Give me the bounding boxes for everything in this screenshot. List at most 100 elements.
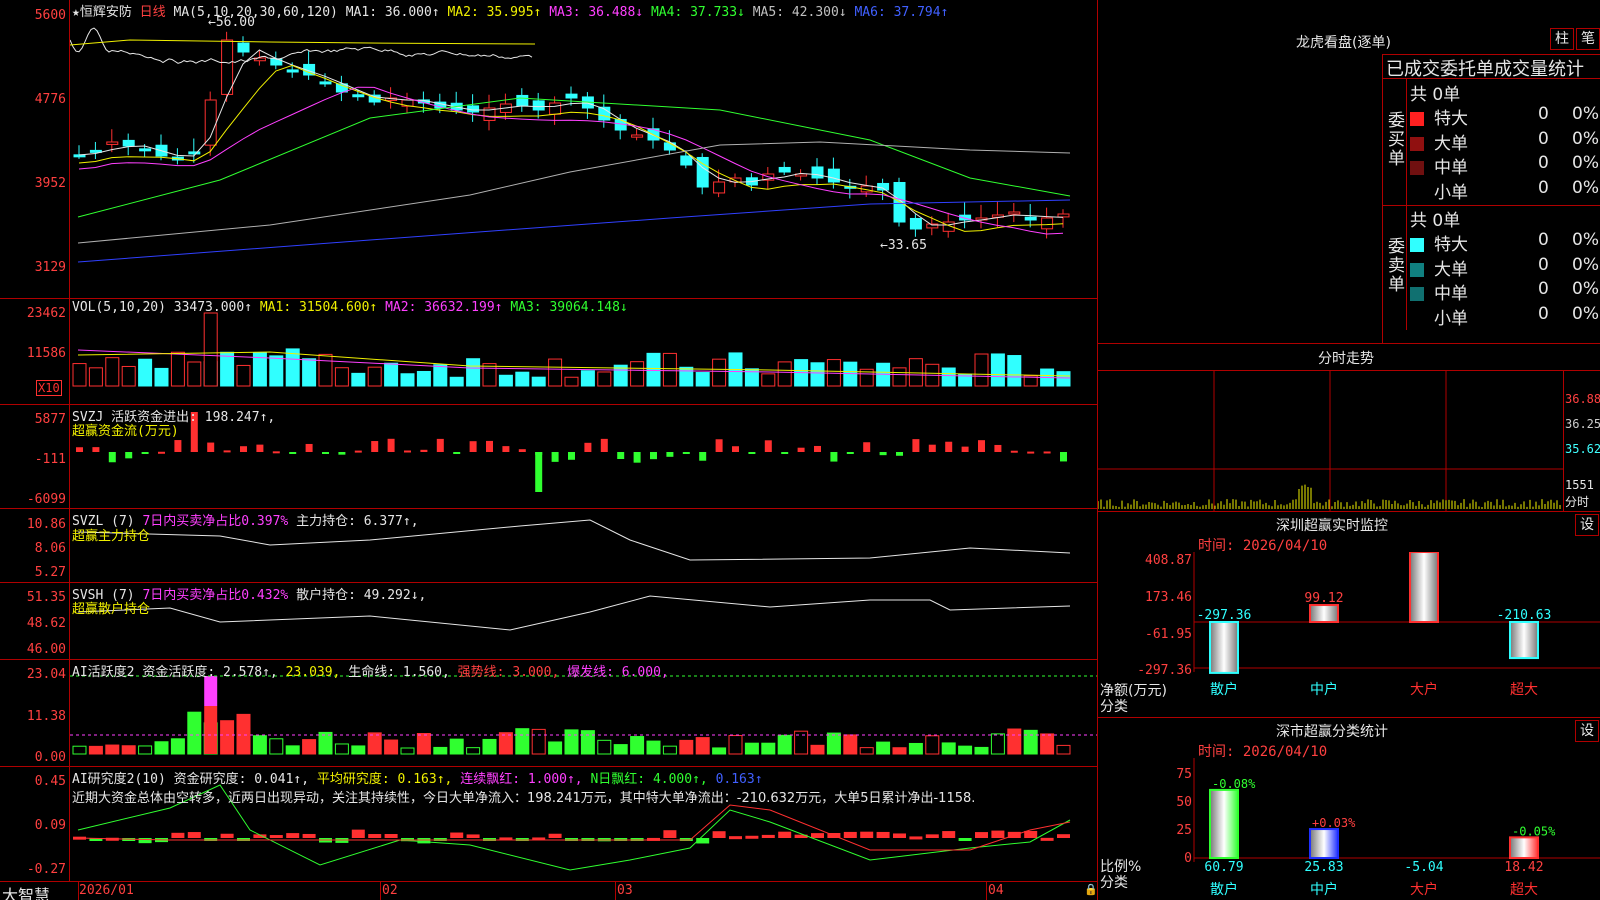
activity-bar	[876, 741, 891, 755]
stat-bar	[1509, 836, 1539, 859]
y-tick: 23462	[26, 306, 66, 321]
candle	[516, 94, 529, 107]
intraday-title: 分时走势	[1318, 351, 1374, 367]
activity-bar	[1007, 728, 1022, 755]
y-tick: -61.95	[1145, 627, 1192, 642]
research-bar	[302, 833, 316, 838]
activity-bar	[154, 741, 169, 755]
activity-bar	[580, 730, 595, 755]
research-bar	[286, 833, 300, 838]
color-swatch-icon	[1410, 136, 1424, 151]
candle	[286, 69, 299, 73]
low-price-label: ←33.65	[880, 238, 927, 253]
flow-bar	[846, 452, 854, 454]
research-bar	[220, 833, 234, 838]
activity-bar	[105, 744, 120, 755]
sz-monitor-chart[interactable]: 408.87 173.46 -61.95 -297.36 -297.36 散户 99.12 中…	[1098, 552, 1600, 718]
activity-bar	[170, 738, 185, 755]
candle	[877, 182, 890, 191]
activity-bar	[728, 735, 743, 755]
row-pct: 0%	[1572, 128, 1599, 149]
volume-bar	[892, 367, 907, 387]
vol-ma1: MA1: 31504.600↑	[259, 300, 378, 315]
activity-bar	[958, 745, 973, 755]
flow-bar	[715, 439, 723, 452]
y-tick: 75	[1176, 767, 1192, 782]
intraday-y-tick: 35.62	[1565, 442, 1600, 456]
row-label: 特大	[1434, 235, 1468, 255]
y-tick: 5877	[34, 412, 66, 427]
candle	[139, 148, 152, 152]
y-tick: -111	[34, 452, 66, 467]
volume-bar	[88, 367, 103, 387]
buy-total: 共 0单	[1410, 85, 1461, 105]
flow-bar	[125, 452, 133, 459]
volume-bar	[597, 371, 612, 387]
row-count: 0	[1538, 230, 1549, 250]
row-count: 0	[1538, 254, 1549, 275]
activity-bar	[925, 735, 940, 755]
flow-bar	[879, 452, 887, 456]
flow-bar	[535, 452, 543, 492]
ai2-red-line	[77, 804, 1071, 851]
research-bar	[630, 838, 644, 841]
sz-monitor-settings-button[interactable]: 设	[1575, 514, 1599, 536]
color-swatch-icon	[1410, 161, 1424, 175]
activity-bar	[236, 713, 251, 755]
volume-bar	[302, 358, 317, 387]
flow-bar	[912, 439, 920, 452]
volume-bar	[515, 371, 530, 387]
activity-bar	[761, 742, 776, 755]
candle	[909, 217, 922, 230]
stat-change-label: +0.03%	[1312, 816, 1356, 830]
stat-chart[interactable]: 75 50 25 0 -0.08% 60.79 散户 +0.03% 25.83 中户 -5.04 大户…	[1098, 758, 1600, 900]
volume-bar	[466, 358, 481, 387]
row-pct: 0%	[1572, 153, 1599, 173]
flow-bar	[76, 447, 83, 452]
activity-bar	[138, 745, 153, 755]
intraday-chart[interactable]	[1098, 371, 1563, 511]
flow-bar	[551, 452, 559, 462]
star-icon[interactable]: ★	[72, 5, 80, 20]
volume-bar	[777, 361, 792, 387]
volume-bar	[170, 351, 185, 387]
y-tick: 408.87	[1145, 553, 1192, 568]
period-label[interactable]: 日线	[140, 5, 166, 20]
main-legend: ★恒辉安防 日线 MA(5,10,20,30,60,120) MA1: 36.0…	[72, 1, 948, 20]
svsh-hold: 散户持仓: 49.292↓,	[296, 588, 427, 603]
volume-bar	[334, 367, 349, 387]
research-bar	[138, 838, 152, 844]
y-tick: 5.27	[34, 565, 66, 580]
volume-bar	[482, 363, 497, 387]
column-view-button[interactable]: 柱	[1550, 28, 1574, 50]
x-axis: 大智慧 2026/01 02 03 04 🔒	[0, 882, 1098, 900]
row-count: 0	[1538, 104, 1549, 124]
volume-bar	[400, 373, 415, 387]
lock-icon[interactable]: 🔒	[1084, 883, 1098, 896]
ai1-life: 生命线: 1.560,	[348, 665, 450, 680]
stock-name: 恒辉安防	[79, 5, 132, 20]
activity-bar	[826, 732, 841, 755]
volume-bar	[662, 352, 677, 387]
pen-view-button[interactable]: 笔	[1576, 28, 1600, 50]
row-label: 中单	[1434, 158, 1468, 178]
activity-bar	[187, 711, 202, 755]
volume-bar	[236, 364, 251, 387]
y-tick: -6099	[26, 492, 66, 507]
monitor-bar-label: -210.63	[1497, 608, 1552, 623]
research-bar	[548, 833, 562, 838]
ma6-value: MA6: 37.794↑	[854, 5, 949, 20]
y-tick: 50	[1176, 795, 1192, 810]
monitor-bar	[1309, 604, 1339, 623]
y-tick: 11586	[26, 346, 66, 361]
candle	[319, 81, 332, 85]
kline-chart-area[interactable]	[70, 0, 1097, 882]
y-tick: 173.46	[1145, 590, 1192, 605]
activity-bar	[252, 735, 267, 755]
ma1-value: MA1: 36.000↑	[345, 5, 440, 20]
ai2-cont: 连续飘红: 1.000↑,	[460, 772, 583, 787]
vol-name: VOL(5,10,20)	[72, 300, 166, 315]
stat-settings-button[interactable]: 设	[1575, 720, 1599, 742]
row-pct: 0%	[1572, 303, 1599, 324]
activity-bar	[498, 732, 513, 755]
